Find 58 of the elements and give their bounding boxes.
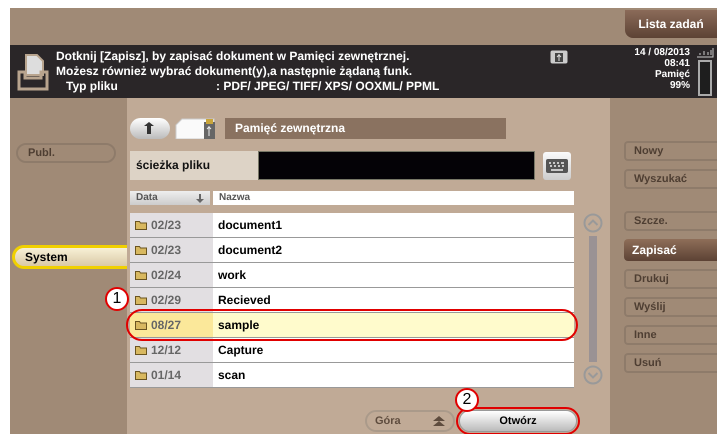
folder-icon [135, 220, 147, 230]
name-cell-text: document2 [217, 242, 284, 259]
file-row[interactable]: 08/27 sample [130, 313, 574, 337]
date-cell: 01/14 [151, 368, 182, 382]
folder-icon [135, 370, 147, 380]
file-row[interactable]: 02/23 document1 [130, 213, 574, 237]
file-row[interactable]: 02/24 work [130, 263, 574, 287]
double-up-icon [433, 416, 445, 426]
name-cell-text: Capture [217, 342, 264, 359]
file-row[interactable]: 02/23 document2 [130, 238, 574, 262]
scroll-down-icon [583, 365, 603, 385]
folder-icon [135, 345, 147, 355]
file-row[interactable]: 02/29 Recieved [130, 288, 574, 312]
keyboard-icon [545, 158, 569, 174]
time-text: 08:41 [663, 58, 690, 69]
usb-drive-icon [174, 117, 216, 139]
sidebar-tab[interactable]: System [12, 245, 127, 269]
date-cell: 02/23 [151, 243, 182, 257]
file-row[interactable]: 12/12 Capture [130, 338, 574, 362]
column-header-label: Nazwa [219, 191, 250, 205]
message-text: Możesz również wybrać dokument(y),a następnie żądaną funk. [56, 64, 414, 79]
date-cell: 02/29 [151, 293, 182, 307]
scroll-up-icon [583, 213, 603, 233]
folder-icon [135, 270, 147, 280]
date-cell: 12/12 [151, 343, 182, 357]
date-cell: 08/27 [151, 318, 182, 332]
callout-number: 1 [105, 287, 129, 311]
column-header[interactable]: Nazwa [213, 191, 574, 205]
scrollbar-track[interactable] [589, 236, 597, 362]
column-header[interactable]: Data [130, 191, 210, 205]
path-label: ścieżka pliku [130, 151, 258, 180]
path-field[interactable] [258, 151, 535, 180]
memory-value: 99% [668, 80, 690, 91]
name-cell-text: Recieved [217, 292, 272, 309]
panel-title: Pamięć zewnętrzna [225, 118, 506, 138]
up-button[interactable] [130, 118, 170, 138]
date-cell: 02/24 [151, 268, 182, 282]
folder-icon [135, 245, 147, 255]
file-row[interactable]: 01/14 scan [130, 363, 574, 387]
document-tray-icon [16, 52, 50, 92]
folder-icon [135, 320, 147, 330]
file-type-label: Typ pliku [66, 79, 119, 94]
usb-memory-icon [550, 50, 568, 64]
name-cell-text: work [217, 267, 248, 284]
file-type-value: : PDF/ JPEG/ TIFF/ XPS/ OOXML/ PPML [216, 79, 440, 94]
job-list-button[interactable]: Lista zadań [625, 10, 717, 38]
name-cell: sample [213, 313, 574, 337]
name-cell-text: scan [217, 367, 246, 384]
menu-button[interactable]: Zapisać [624, 239, 717, 261]
open-button[interactable]: Otwórz [459, 410, 577, 432]
keyboard-button[interactable] [543, 152, 571, 180]
memory-label: Pamięć [654, 69, 690, 80]
folder-icon [135, 295, 147, 305]
name-cell-text: document1 [217, 217, 284, 234]
date-cell: 02/23 [151, 218, 182, 232]
message-text: Dotknij [Zapisz], by zapisać dokument w Pamięci zewnętrznej. [56, 49, 410, 64]
date-text: 14 / 08/2013 [633, 47, 690, 58]
column-header-label: Data [136, 191, 158, 205]
